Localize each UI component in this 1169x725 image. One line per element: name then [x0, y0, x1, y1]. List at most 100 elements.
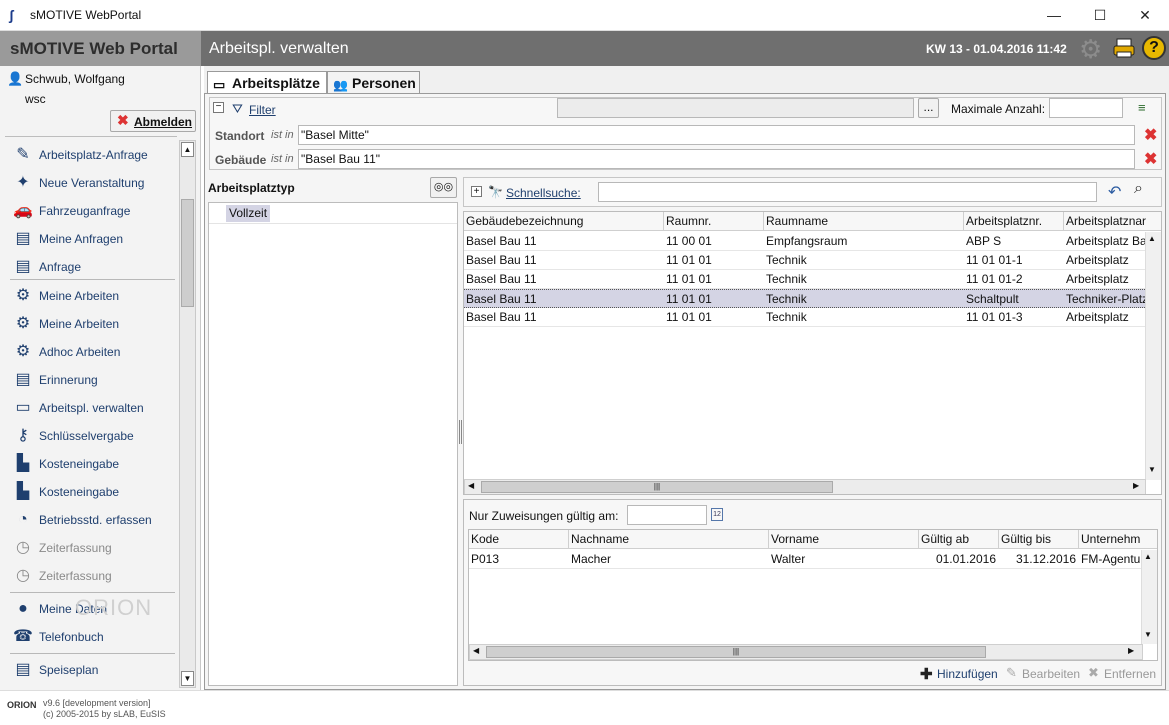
column-header[interactable]: Gebäudebezeichnung: [464, 212, 664, 231]
plus-icon: ✚: [920, 666, 933, 683]
filter-link[interactable]: Filter: [249, 103, 276, 117]
quicksearch-input[interactable]: [598, 182, 1097, 202]
scroll-right-button[interactable]: ▶: [1128, 646, 1134, 655]
scroll-thumb[interactable]: |||: [486, 646, 986, 658]
sidebar-scrollbar[interactable]: ▲ ▼: [179, 140, 196, 688]
sidebar-item[interactable]: ▤ Speiseplan: [10, 656, 175, 684]
column-header[interactable]: Arbeitsplatznar: [1064, 212, 1161, 231]
printer-icon[interactable]: [1112, 36, 1138, 62]
close-button[interactable]: ✕: [1122, 0, 1168, 31]
sidebar-item[interactable]: ☎ Telefonbuch: [10, 623, 175, 651]
filter-options-button[interactable]: ...: [918, 98, 939, 118]
tab-personen[interactable]: 👥 Personen: [327, 71, 420, 94]
scroll-down-button[interactable]: ▼: [1148, 465, 1156, 474]
gear-icon[interactable]: ⚙: [1079, 36, 1105, 62]
max-count-label: Maximale Anzahl:: [951, 102, 1046, 116]
table-vscrollbar[interactable]: ▲ ▼: [1145, 232, 1161, 480]
tab-arbeitsplaetze[interactable]: ▭ Arbeitsplätze: [207, 71, 327, 94]
column-header[interactable]: Gültig bis: [999, 530, 1079, 549]
scroll-thumb[interactable]: |||: [481, 481, 833, 493]
logout-label: Abmelden: [134, 115, 193, 129]
filter-value-input[interactable]: "Basel Mitte": [298, 125, 1135, 145]
sidebar-item-label: Zeiterfassung: [39, 541, 112, 555]
column-header[interactable]: Arbeitsplatznr.: [964, 212, 1064, 231]
edit-button[interactable]: Bearbeiten: [1022, 667, 1080, 681]
collapse-toggle[interactable]: −: [213, 102, 224, 113]
column-header[interactable]: Raumnr.: [664, 212, 764, 231]
help-icon[interactable]: ?: [1142, 36, 1166, 60]
table-row[interactable]: Basel Bau 11 11 00 01 Empfangsraum ABP S Arb…: [464, 232, 1147, 251]
expand-toggle[interactable]: +: [471, 186, 482, 197]
scroll-up-button[interactable]: ▲: [1148, 234, 1156, 243]
scroll-down-button[interactable]: ▼: [181, 671, 194, 686]
maximize-button[interactable]: ☐: [1077, 0, 1123, 31]
column-header[interactable]: Vorname: [769, 530, 919, 549]
table-row[interactable]: Basel Bau 11 11 01 01 Technik 11 01 01-3 Arb…: [464, 308, 1145, 327]
sidebar-item[interactable]: 🚗 Fahrzeuganfrage: [10, 197, 175, 225]
footer-logo: ORION: [7, 700, 37, 710]
table-cell: 11 01 01: [666, 292, 712, 306]
sidebar-item-label: Telefonbuch: [39, 630, 104, 644]
sidebar-item-label: Meine Arbeiten: [39, 317, 120, 331]
remove-filter-icon[interactable]: ✖: [1144, 149, 1157, 169]
scroll-up-button[interactable]: ▲: [181, 142, 194, 157]
column-header[interactable]: Raumname: [764, 212, 964, 231]
quicksearch-label[interactable]: Schnellsuche:: [506, 186, 581, 200]
scroll-left-button[interactable]: ◀: [468, 481, 474, 490]
sidebar-item[interactable]: ⚙ Meine Arbeiten: [10, 310, 175, 338]
logout-button[interactable]: ✖ Abmelden: [110, 110, 196, 132]
minimize-button[interactable]: —: [1031, 0, 1077, 31]
sidebar-item[interactable]: ⚙ Meine Arbeiten: [10, 282, 175, 310]
scroll-up-button[interactable]: ▲: [1144, 552, 1152, 561]
filter-value-input[interactable]: "Basel Bau 11": [298, 149, 1135, 169]
table-cell: Technik: [766, 272, 807, 286]
scroll-down-button[interactable]: ▼: [1144, 630, 1152, 639]
sidebar-item[interactable]: ▙ Kosteneingabe: [10, 478, 175, 506]
add-button[interactable]: Hinzufügen: [937, 667, 998, 681]
remove-filter-icon[interactable]: ✖: [1144, 125, 1157, 145]
sidebar-item[interactable]: ◷ Zeiterfassung: [10, 562, 175, 590]
nav-icon: ▤: [15, 230, 31, 247]
max-count-input[interactable]: [1049, 98, 1123, 118]
undo-icon[interactable]: ↶: [1108, 182, 1121, 202]
column-header[interactable]: Unternehm: [1079, 530, 1157, 549]
scroll-right-button[interactable]: ▶: [1133, 481, 1139, 490]
sidebar-item[interactable]: ✎ Arbeitsplatz-Anfrage: [10, 141, 175, 169]
table-hscrollbar[interactable]: ◀ ||| ▶: [469, 644, 1143, 660]
divider: [10, 279, 175, 280]
sidebar-item[interactable]: ⚷ Schlüsselvergabe: [10, 422, 175, 450]
table-row[interactable]: Basel Bau 11 11 01 01 Technik 11 01 01-2 Arb…: [464, 270, 1145, 289]
nav-icon: ⚷: [17, 427, 29, 444]
table-cell: 11 01 01: [666, 253, 712, 267]
search-icon[interactable]: ⌕: [1134, 180, 1143, 198]
filter-field-label: Gebäude: [215, 153, 267, 167]
sidebar-item-label: Schlüsselvergabe: [39, 429, 134, 443]
sidebar-item[interactable]: ✦ Neue Veranstaltung: [10, 169, 175, 197]
scroll-thumb[interactable]: [181, 199, 194, 307]
splitter-handle[interactable]: [459, 420, 462, 444]
sidebar-item[interactable]: ◷ Zeiterfassung: [10, 534, 175, 562]
glasses-icon[interactable]: ◎◎: [430, 177, 457, 198]
type-item[interactable]: Vollzeit: [226, 205, 271, 222]
sidebar-item[interactable]: ▙ Kosteneingabe: [10, 450, 175, 478]
table-row[interactable]: P013 Macher Walter 01.01.2016 31.12.2016 FM-A…: [469, 550, 1144, 569]
column-header[interactable]: Nachname: [569, 530, 769, 549]
remove-button[interactable]: Entfernen: [1104, 667, 1156, 681]
table-hscrollbar[interactable]: ◀ ||| ▶: [464, 479, 1146, 494]
sidebar-item[interactable]: ▤ Anfrage: [10, 253, 175, 281]
table-row[interactable]: Basel Bau 11 11 01 01 Technik Schaltpult Tec…: [464, 289, 1148, 308]
scroll-left-button[interactable]: ◀: [473, 646, 479, 655]
table-row[interactable]: Basel Bau 11 11 01 01 Technik 11 01 01-1 Arb…: [464, 251, 1145, 270]
filter-apply-icon[interactable]: ≡: [1138, 100, 1146, 115]
filter-op-label: ist in: [271, 129, 294, 141]
sidebar-item[interactable]: ◔ Betriebsstd. erfassen: [10, 506, 175, 534]
sidebar-item[interactable]: ▤ Meine Anfragen: [10, 225, 175, 253]
valid-date-input[interactable]: [627, 505, 707, 525]
column-header[interactable]: Kode: [469, 530, 569, 549]
table-vscrollbar[interactable]: ▲ ▼: [1141, 550, 1157, 644]
sidebar-item[interactable]: ▭ Arbeitspl. verwalten: [10, 394, 175, 422]
sidebar-item[interactable]: ▤ Erinnerung: [10, 366, 175, 394]
sidebar-item[interactable]: ⚙ Adhoc Arbeiten: [10, 338, 175, 366]
column-header[interactable]: Gültig ab: [919, 530, 999, 549]
calendar-icon[interactable]: 12: [711, 508, 723, 521]
